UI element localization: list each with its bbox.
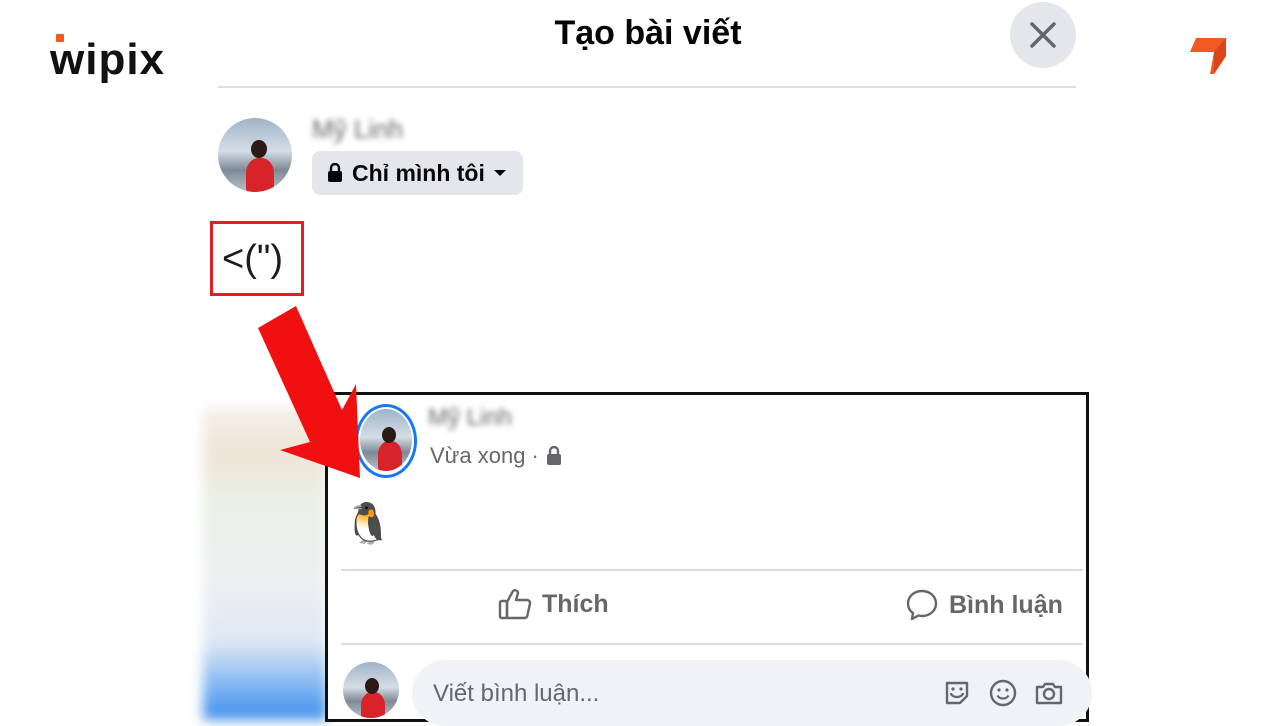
brand-logo: wipix: [50, 35, 166, 84]
comment-placeholder: Viết bình luận...: [433, 680, 600, 707]
comment-label: Bình luận: [949, 590, 1063, 619]
privacy-selector[interactable]: Chỉ mình tôi: [312, 151, 523, 195]
caret-down-icon: [493, 170, 506, 176]
post-divider: [341, 569, 1083, 571]
lock-icon: [546, 446, 561, 465]
comment-bubble-icon: [906, 589, 938, 621]
lock-icon: [328, 163, 342, 182]
privacy-label: Chỉ mình tôi: [352, 159, 485, 186]
thumbs-up-icon: [498, 589, 532, 620]
annotation-arrow-icon: [258, 306, 360, 478]
post-meta: Vừa xong ·: [430, 443, 563, 469]
author-name: Mỹ Linh: [312, 114, 404, 144]
camera-icon[interactable]: [1034, 678, 1064, 708]
close-button[interactable]: [1010, 2, 1076, 68]
post-text-input[interactable]: <("): [222, 238, 283, 281]
like-button[interactable]: Thích: [498, 588, 609, 620]
post-divider: [341, 643, 1083, 645]
penguin-emoji: 🐧: [343, 502, 393, 546]
post-author-name[interactable]: Mỹ Linh: [428, 404, 512, 432]
author-avatar: [218, 118, 292, 192]
logo-accent-dot: [56, 34, 64, 42]
corner-brand-icon: [1190, 38, 1226, 74]
commenter-avatar: [343, 662, 399, 718]
emoji-icon[interactable]: [988, 678, 1018, 708]
meta-separator: ·: [531, 443, 539, 468]
like-label: Thích: [542, 589, 609, 618]
dialog-title: Tạo bài viết: [554, 14, 742, 52]
post-timestamp[interactable]: Vừa xong: [430, 443, 525, 469]
comment-button[interactable]: Bình luận: [905, 588, 1063, 622]
close-icon: [1030, 22, 1056, 48]
sticker-icon[interactable]: [942, 678, 972, 708]
dialog-divider: [218, 86, 1076, 88]
comment-toolbar: [942, 678, 1064, 708]
